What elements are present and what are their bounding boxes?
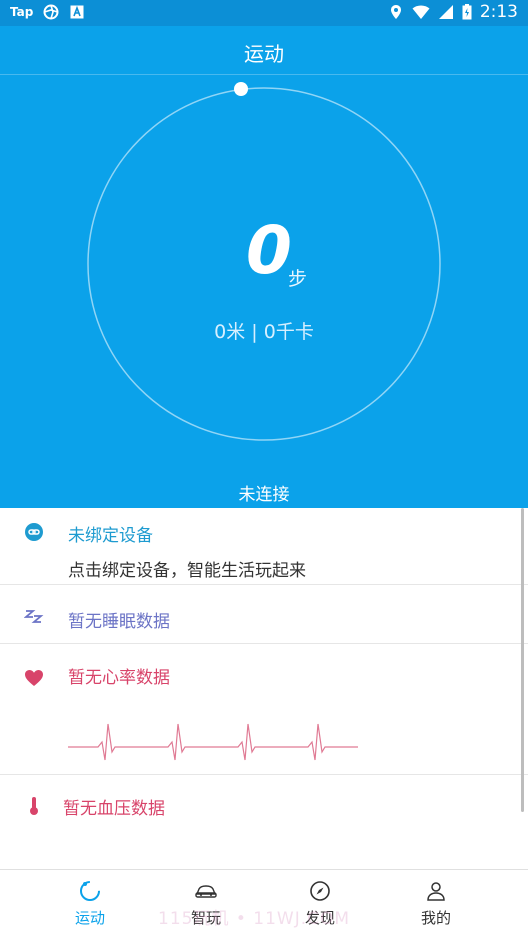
a-box-icon	[70, 5, 84, 19]
status-bar: Tap 2:13	[0, 0, 528, 26]
step-count: 0	[246, 212, 292, 289]
thermometer-icon	[30, 797, 38, 815]
heart-rate-line	[68, 723, 358, 761]
sleep-card[interactable]: 暂无睡眠数据	[0, 585, 528, 644]
step-unit: 步	[288, 268, 308, 290]
heart-icon	[25, 670, 43, 686]
list-scrollbar[interactable]	[521, 508, 524, 812]
car-icon	[195, 885, 217, 898]
tab-profile[interactable]: 我的	[370, 870, 502, 936]
health-card-list[interactable]: 未绑定设备 点击绑定设备，智能生活玩起来 暂无睡眠数据 暂无心率数据 暂无血压数…	[0, 508, 528, 869]
sleep-zz-icon	[24, 610, 44, 623]
battery-charging-icon	[462, 4, 472, 20]
aperture-icon	[43, 4, 59, 20]
compass-icon	[310, 881, 330, 901]
watermark: 115玩机 • 11WJ.COM	[158, 909, 351, 929]
activity-hero: 运动 0 步 0米 | 0千卡 未连接	[0, 26, 528, 508]
connection-status[interactable]: 未连接	[0, 480, 528, 505]
sleep-card-title: 暂无睡眠数据	[68, 612, 170, 632]
clock: 2:13	[479, 2, 518, 22]
wifi-icon	[412, 5, 430, 19]
device-card[interactable]: 未绑定设备 点击绑定设备，智能生活玩起来	[0, 508, 528, 585]
blood-pressure-card[interactable]: 暂无血压数据	[0, 775, 528, 869]
running-ring-icon	[80, 881, 100, 901]
distance-calories: 0米 | 0千卡	[214, 321, 314, 343]
tab-profile-label: 我的	[420, 909, 451, 927]
location-icon	[390, 5, 401, 19]
progress-knob	[234, 82, 248, 96]
tab-sport-label: 运动	[74, 909, 105, 927]
signal-icon	[438, 5, 453, 19]
tap-label: Tap	[10, 5, 34, 19]
bottom-tab-bar: 运动 智玩 发现 我的 115玩机 • 11WJ.COM	[0, 869, 528, 936]
person-icon	[427, 882, 445, 901]
blood-pressure-card-title: 暂无血压数据	[63, 799, 165, 819]
heart-rate-card[interactable]: 暂无心率数据	[0, 644, 528, 775]
device-card-subtitle: 点击绑定设备，智能生活玩起来	[68, 561, 306, 581]
heart-card-title: 暂无心率数据	[68, 668, 170, 688]
device-card-title: 未绑定设备	[68, 526, 153, 546]
tab-sport[interactable]: 运动	[24, 870, 156, 936]
link-icon	[25, 523, 43, 541]
